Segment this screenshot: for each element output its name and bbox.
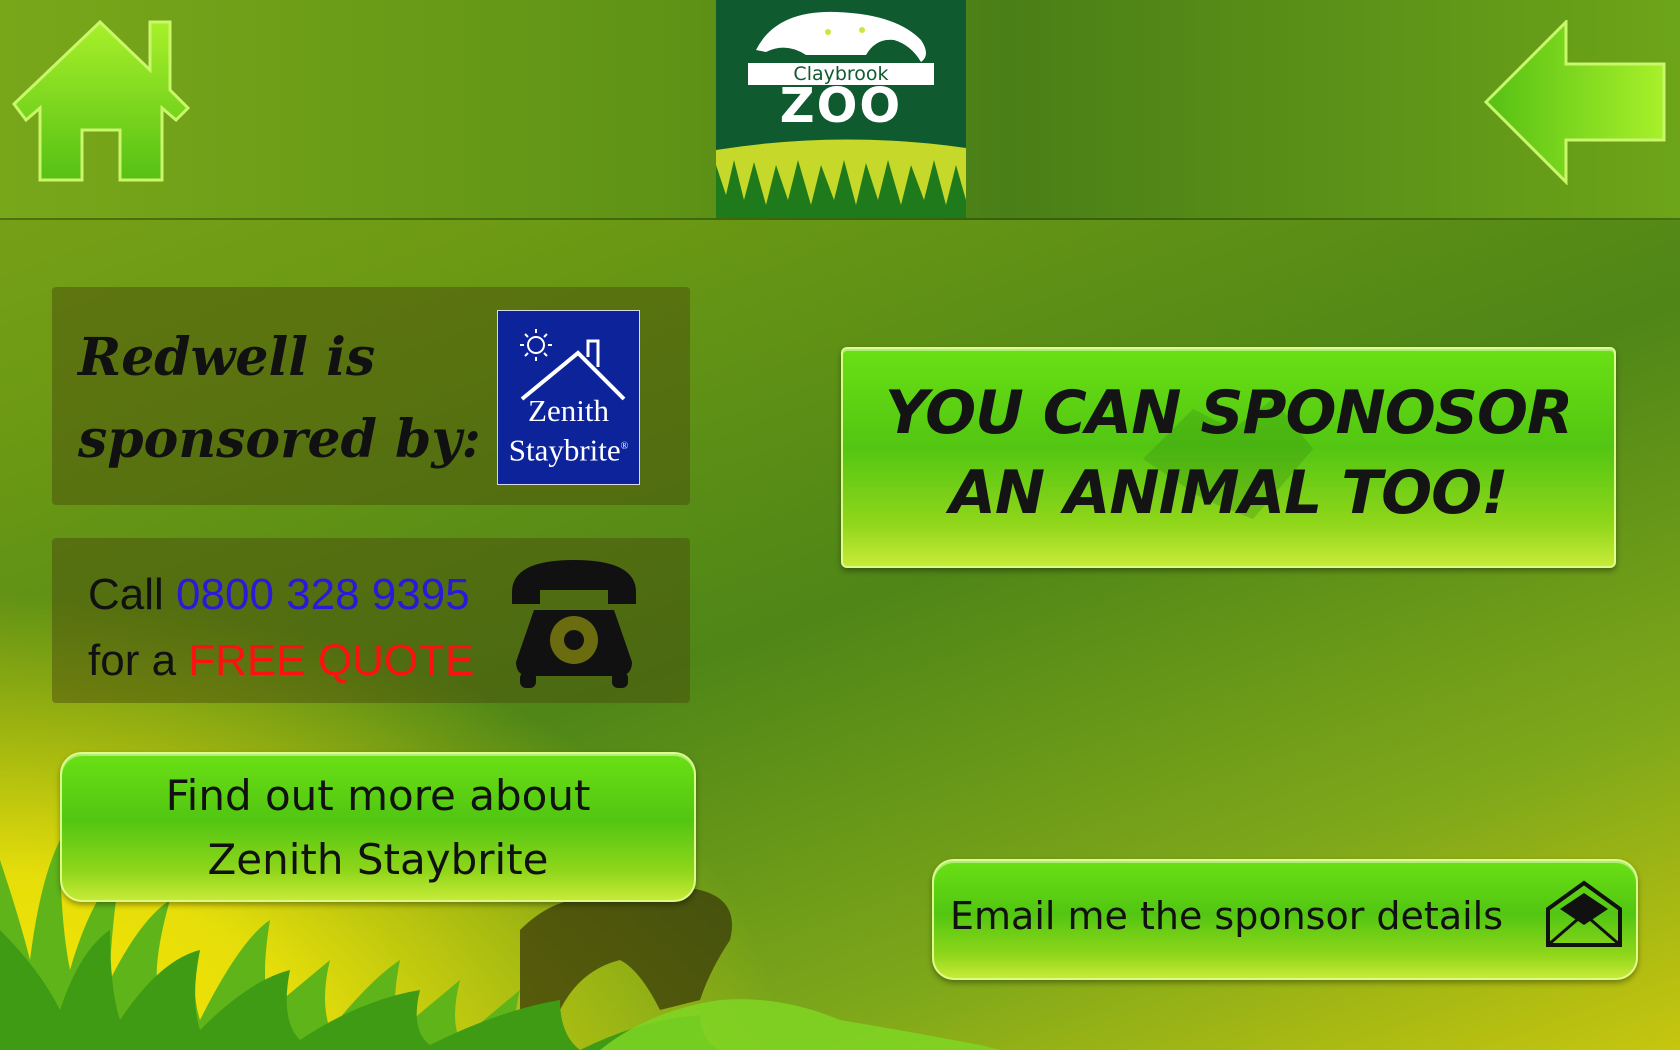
email-sponsor-details-button[interactable]: Email me the sponsor details — [932, 859, 1638, 980]
sponsor-heading-line1: Redwell is — [78, 327, 376, 388]
sponsor-heading-line2: sponsored by: — [78, 409, 481, 470]
sponsor-panel: Redwell is sponsored by: Zenith Staybrit… — [52, 287, 690, 505]
sponsor-animal-label: YOU CAN SPONOSOR AN ANIMAL TOO! — [843, 373, 1614, 533]
zenith-wordmark-line2: Staybrite® — [498, 429, 639, 468]
back-arrow-icon — [1483, 18, 1666, 186]
sponsor-animal-line1: YOU CAN SPONOSOR — [884, 378, 1573, 448]
sponsor-heading: Redwell is sponsored by: — [78, 317, 488, 481]
header-bar: Claybrook ZOO — [0, 0, 1680, 220]
call-panel: Call 0800 328 9395 for a FREE QUOTE — [52, 538, 690, 703]
home-button[interactable] — [12, 19, 191, 185]
house-logo-mark — [520, 329, 626, 401]
sponsor-animal-button[interactable]: YOU CAN SPONOSOR AN ANIMAL TOO! — [841, 347, 1616, 568]
zenith-wordmark-line1: Zenith — [528, 393, 609, 428]
telephone-icon — [512, 560, 636, 688]
zenith-wordmark-line2-text: Staybrite — [508, 432, 621, 468]
email-sponsor-details-label: Email me the sponsor details — [950, 894, 1504, 938]
sponsor-animal-line2: AN ANIMAL TOO! — [949, 458, 1508, 528]
free-quote-line: for a FREE QUOTE — [88, 636, 474, 686]
zenith-staybrite-logo: Zenith Staybrite® — [497, 310, 640, 485]
find-out-more-line1: Find out more about — [165, 771, 591, 820]
home-icon — [12, 19, 191, 182]
zoo-logo: Claybrook ZOO — [716, 0, 966, 218]
find-out-more-line2: Zenith Staybrite — [207, 835, 549, 884]
free-quote-text: FREE QUOTE — [188, 636, 475, 685]
envelope-icon — [1546, 880, 1622, 947]
find-out-more-label: Find out more about Zenith Staybrite — [62, 764, 694, 892]
phone-number[interactable]: 0800 328 9395 — [176, 570, 470, 619]
find-out-more-button[interactable]: Find out more about Zenith Staybrite — [60, 752, 696, 902]
zenith-staybrite-wordmark: Zenith Staybrite® — [498, 393, 639, 468]
for-prefix: for a — [88, 636, 177, 685]
registered-mark: ® — [620, 441, 629, 452]
call-line: Call 0800 328 9395 — [88, 570, 470, 620]
call-prefix: Call — [88, 570, 164, 619]
logo-zoo-text: ZOO — [779, 78, 903, 134]
back-button[interactable] — [1483, 18, 1666, 186]
